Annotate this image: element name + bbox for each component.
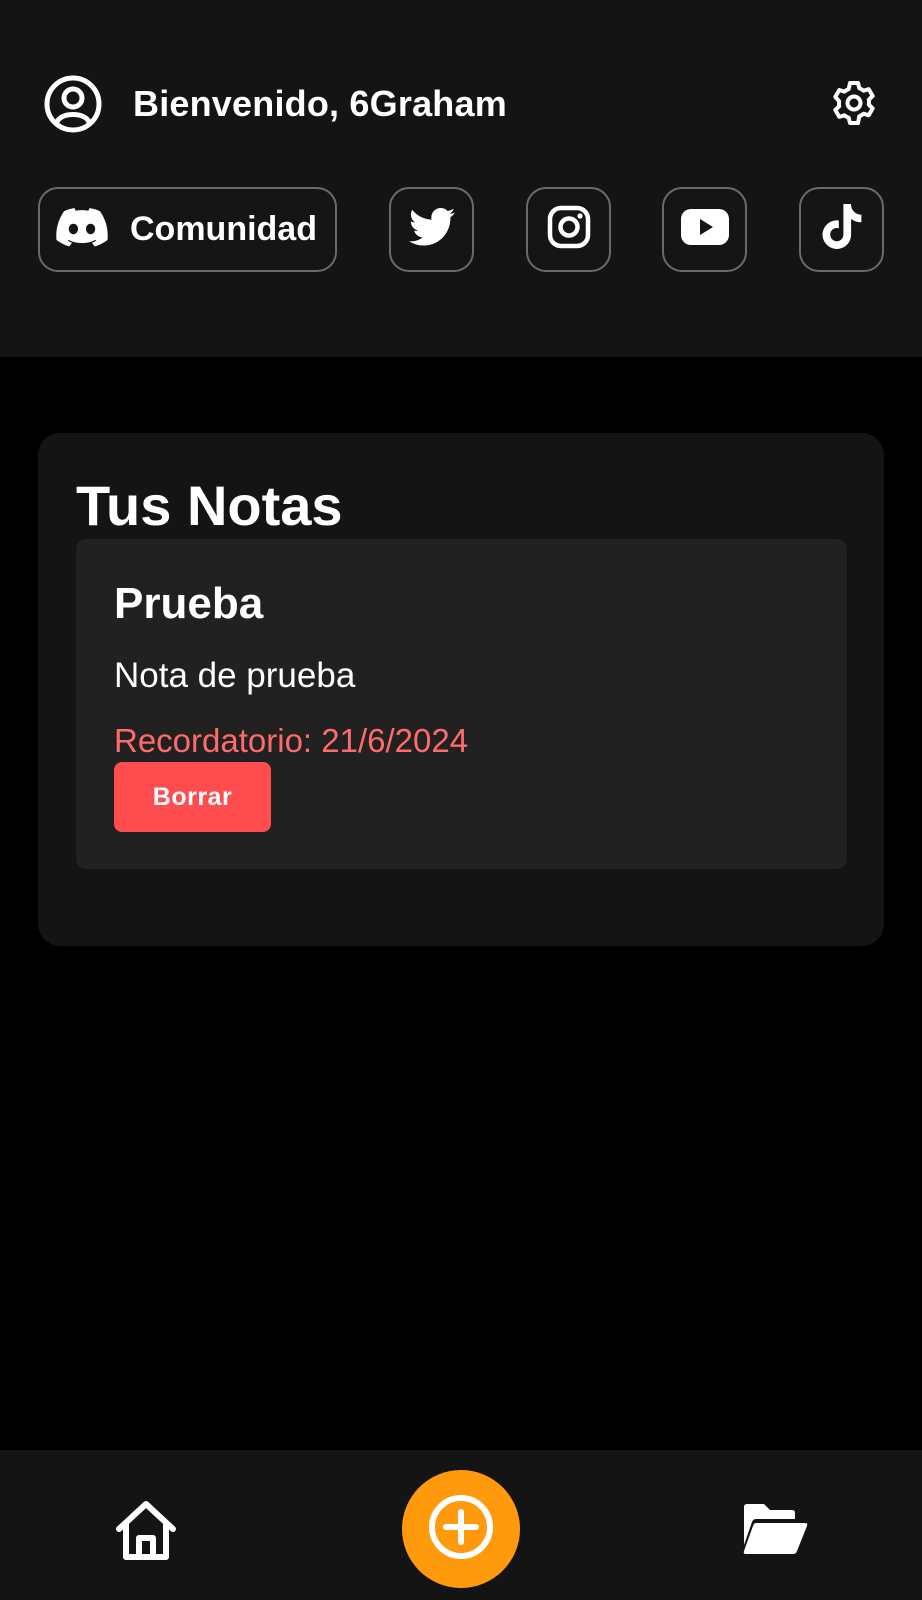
discord-icon	[56, 207, 108, 252]
plus-circle-icon	[427, 1493, 495, 1566]
bottom-nav	[0, 1450, 922, 1600]
note-reminder: Recordatorio: 21/6/2024	[114, 722, 469, 759]
youtube-button[interactable]	[662, 187, 747, 272]
instagram-button[interactable]	[526, 187, 611, 272]
folder-open-icon[interactable]	[740, 1498, 810, 1560]
community-label: Comunidad	[130, 210, 317, 248]
tiktok-button[interactable]	[799, 187, 884, 272]
twitter-button[interactable]	[389, 187, 474, 272]
notes-section-title: Tus Notas	[76, 474, 343, 537]
note-item: Prueba Nota de prueba Recordatorio: 21/6…	[76, 539, 847, 869]
social-links: Comunidad	[38, 187, 884, 272]
note-body: Nota de prueba	[114, 656, 356, 695]
welcome-text: Bienvenido, 6Graham	[133, 83, 507, 124]
gear-icon[interactable]	[826, 75, 882, 131]
user-row: Bienvenido, 6Graham	[43, 73, 882, 135]
tiktok-icon	[822, 204, 862, 255]
twitter-icon	[408, 207, 455, 251]
instagram-icon	[547, 205, 591, 254]
user-circle-icon[interactable]	[43, 74, 103, 134]
youtube-icon	[680, 209, 729, 250]
community-button[interactable]: Comunidad	[38, 187, 337, 272]
notes-card: Tus Notas Prueba Nota de prueba Recordat…	[38, 433, 884, 946]
note-title: Prueba	[114, 579, 264, 628]
home-icon[interactable]	[112, 1496, 180, 1564]
add-note-button[interactable]	[402, 1470, 520, 1588]
delete-note-button[interactable]: Borrar	[114, 762, 271, 832]
app-header: Bienvenido, 6Graham Comunidad	[0, 0, 922, 357]
